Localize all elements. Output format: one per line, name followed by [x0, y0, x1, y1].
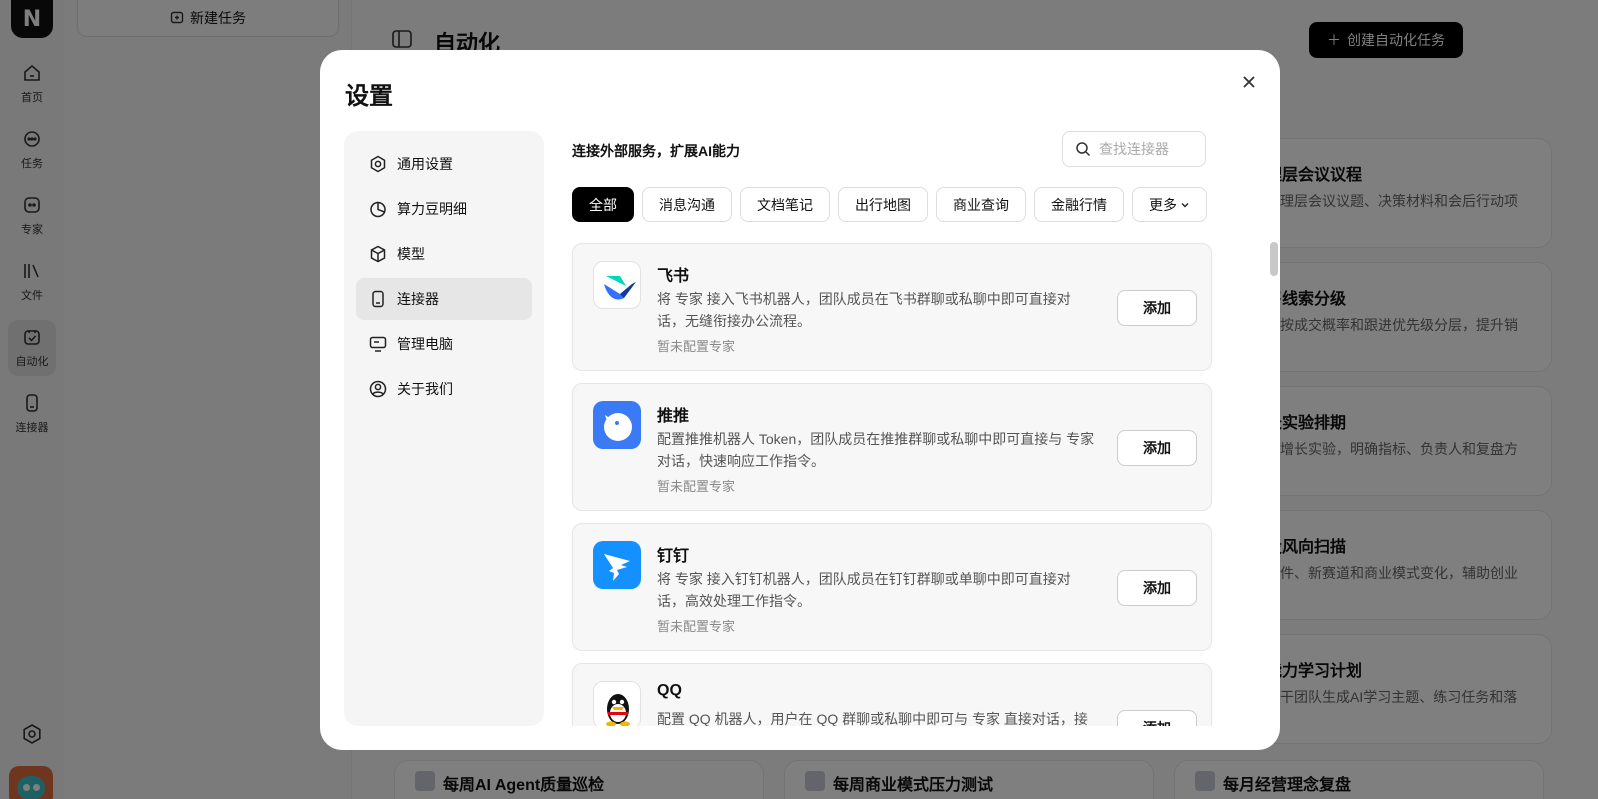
connector-desc: 将 专家 接入飞书机器人，团队成员在飞书群聊或私聊中即可直接对话，无缝衔接办公流…: [657, 291, 1071, 329]
settings-sidebar: 通用设置 算力豆明细 模型 连接器 管理电脑 关于我们: [344, 131, 544, 726]
device-icon: [372, 290, 384, 308]
sidebar-item-general[interactable]: 通用设置: [356, 143, 532, 185]
connector-name: 钉钉: [657, 548, 690, 565]
tuitui-logo-icon: [593, 401, 641, 449]
scrollbar-thumb[interactable]: [1270, 242, 1278, 276]
tab-finance[interactable]: 金融行情: [1034, 187, 1124, 222]
connector-card-qq: QQ 配置 QQ 机器人，用户在 QQ 群聊或私聊中即可与 专家 直接对话，接入…: [572, 663, 1212, 726]
tab-travel-maps[interactable]: 出行地图: [838, 187, 928, 222]
connector-status: 暂未配置专家: [657, 339, 736, 354]
connector-status: 暂未配置专家: [657, 479, 736, 494]
sidebar-item-about[interactable]: 关于我们: [356, 368, 532, 410]
search-input[interactable]: [1099, 141, 1199, 157]
connector-card-dingtalk: 钉钉 将 专家 接入钉钉机器人，团队成员在钉钉群聊或单聊中即可直接对话，高效处理…: [572, 523, 1212, 651]
sidebar-item-connectors[interactable]: 连接器: [356, 278, 532, 320]
tab-all[interactable]: 全部: [572, 187, 634, 222]
pie-chart-icon: [370, 201, 386, 218]
connector-name: 飞书: [657, 268, 690, 285]
qq-logo-icon: [593, 681, 641, 726]
connector-card-feishu: 飞书 将 专家 接入飞书机器人，团队成员在飞书群聊或私聊中即可直接对话，无缝衔接…: [572, 243, 1212, 371]
chevron-down-icon: [1181, 202, 1189, 207]
add-button[interactable]: 添加: [1117, 710, 1197, 726]
sidebar-item-label: 通用设置: [397, 156, 453, 172]
connectors-panel: 连接外部服务，扩展AI能力 全部 消息沟通 文档笔记 出行地图 商业查询 金融行…: [560, 131, 1264, 726]
settings-modal: 设置 通用设置 算力豆明细 模型 连接器 管理电脑 关于我们 连接外部服务，扩展…: [320, 50, 1280, 750]
tab-more-label: 更多: [1149, 196, 1177, 213]
user-circle-icon: [369, 380, 387, 398]
connector-desc: 将 专家 接入钉钉机器人，团队成员在钉钉群聊或单聊中即可直接对话，高效处理工作指…: [657, 571, 1071, 609]
close-button[interactable]: [1239, 72, 1259, 92]
search-icon: [1076, 142, 1091, 157]
sidebar-item-manage-computer[interactable]: 管理电脑: [356, 323, 532, 365]
monitor-icon: [369, 336, 387, 352]
sidebar-item-label: 连接器: [397, 291, 439, 307]
search-box: [1062, 131, 1206, 167]
sidebar-item-label: 算力豆明细: [397, 201, 467, 217]
sidebar-item-label: 模型: [397, 246, 425, 262]
tab-messaging[interactable]: 消息沟通: [642, 187, 732, 222]
connector-status: 暂未配置专家: [657, 619, 736, 634]
sidebar-item-model[interactable]: 模型: [356, 233, 532, 275]
add-button[interactable]: 添加: [1117, 430, 1197, 466]
modal-title: 设置: [345, 83, 393, 110]
cube-icon: [370, 245, 386, 263]
connector-desc: 配置推推机器人 Token，团队成员在推推群聊或私聊中即可直接与 专家 对话，快…: [657, 431, 1095, 469]
connector-card-tuitui: 推推 配置推推机器人 Token，团队成员在推推群聊或私聊中即可直接与 专家 对…: [572, 383, 1212, 511]
add-button[interactable]: 添加: [1117, 570, 1197, 606]
sidebar-item-compute-credits[interactable]: 算力豆明细: [356, 188, 532, 230]
add-button[interactable]: 添加: [1117, 290, 1197, 326]
connector-name: 推推: [657, 408, 690, 425]
connector-desc: 配置 QQ 机器人，用户在 QQ 群聊或私聊中即可与 专家 直接对话，接入: [657, 711, 1088, 726]
sidebar-item-label: 管理电脑: [397, 336, 453, 352]
close-icon: [1243, 76, 1255, 88]
tab-more[interactable]: 更多: [1132, 187, 1207, 222]
tab-docs-notes[interactable]: 文档笔记: [740, 187, 830, 222]
connector-name: QQ: [657, 682, 682, 699]
settings-icon: [370, 155, 386, 173]
feishu-logo-icon: [593, 261, 641, 309]
section-subtitle: 连接外部服务，扩展AI能力: [572, 143, 740, 159]
category-tabs: 全部 消息沟通 文档笔记 出行地图 商业查询 金融行情 更多: [572, 187, 1207, 222]
dingtalk-logo-icon: [593, 541, 641, 589]
tab-business-query[interactable]: 商业查询: [936, 187, 1026, 222]
sidebar-item-label: 关于我们: [397, 381, 453, 397]
